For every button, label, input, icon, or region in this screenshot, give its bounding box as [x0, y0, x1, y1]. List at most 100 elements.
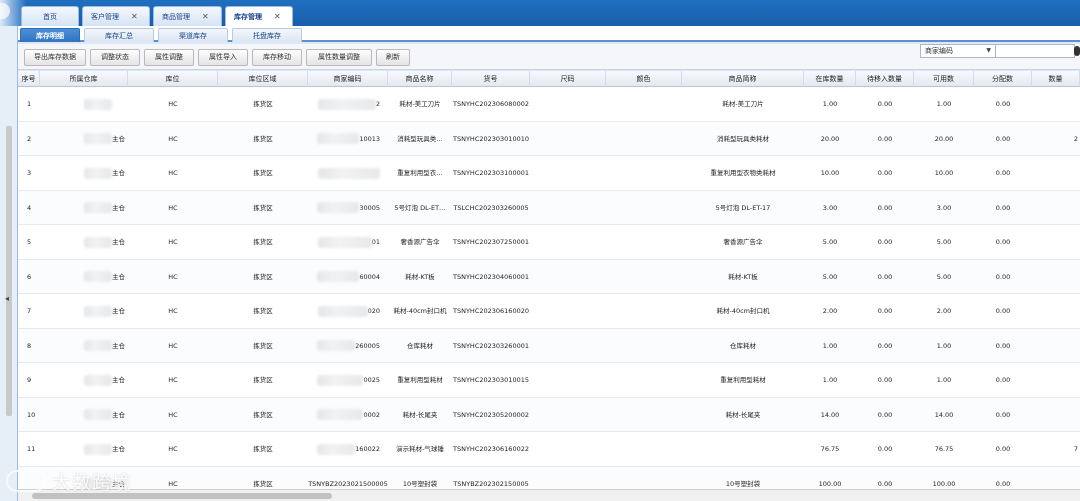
cell-pending: 0.00 [877, 203, 893, 212]
attribute-import-button[interactable]: 属性导入 [198, 49, 248, 66]
table-row[interactable]: 3 主仓 HC 拣货区 重复利用型衣… TSNYHC202303100001 重复利用型衣物… [18, 156, 1080, 191]
cell-color [606, 87, 682, 122]
col-header[interactable]: 序号 [18, 71, 40, 87]
subtab-channel-stock[interactable]: 渠道库存 [158, 28, 228, 42]
adjust-status-button[interactable]: 调整状态 [90, 49, 140, 66]
attribute-adjust-button[interactable]: 属性调整 [144, 49, 194, 66]
tab-inventory-management[interactable]: 库存管理 ✕ [225, 6, 293, 26]
cell-size [530, 294, 606, 329]
cell-code: 260005 [308, 329, 388, 364]
col-header[interactable]: 分配数 [974, 71, 1032, 87]
button-label: 导出库存数据 [34, 53, 76, 61]
warehouse-name: 主仓 [112, 307, 125, 315]
stock-move-button[interactable]: 库存移动 [252, 49, 302, 66]
cell-avail: 3.00 [936, 203, 952, 212]
merchant-code: 0025 [363, 376, 380, 384]
cell-short: 耗材-40cm封口机 [716, 307, 770, 315]
expand-arrow-icon[interactable]: ◂ [5, 294, 9, 303]
export-stock-button[interactable]: 导出库存数据 [24, 49, 86, 66]
table-row[interactable]: 6 主仓 HC 拣货区 60004 耗材-KT板 TSNYHC202304060001 耗材-… [18, 259, 1080, 295]
cell-loc: HC [168, 341, 178, 350]
table-row[interactable]: 2 主仓 HC 拣货区 10013 消耗型玩具类… TSNYHC202303010010 消耗… [18, 121, 1080, 156]
search-field-select[interactable]: 商家编码 ▼ [920, 44, 996, 58]
cell-name: 消耗型玩具类… [397, 134, 443, 143]
col-header[interactable]: 库位区域 [218, 71, 308, 87]
col-header[interactable]: 尺码 [530, 71, 606, 87]
watermark-logo-icon [6, 470, 46, 492]
cell-warehouse: 主仓 [40, 294, 128, 329]
table-row[interactable]: 1 HC 拣货区 2 耗材-美工刀片 TSNYHC202306080002 耗材-美工刀片 1… [18, 87, 1080, 122]
table-row[interactable]: 11 主仓 HC 拣货区 160022 演示耗材-气球锤 TSNYHC20230616002… [18, 432, 1080, 467]
cell-warehouse: 主仓 [40, 432, 128, 467]
tab-product-management[interactable]: 商品管理 ✕ [153, 6, 222, 26]
cell-color [606, 432, 682, 467]
cell-name: 5号灯泡 DL-ET… [394, 203, 446, 212]
col-header[interactable]: 商品简称 [682, 71, 804, 87]
button-label: 调整状态 [101, 53, 129, 61]
cell-avail: 5.00 [936, 272, 952, 281]
cell-loc: HC [168, 272, 178, 281]
cell-size [530, 363, 606, 398]
col-header[interactable]: 数量 [1032, 71, 1080, 87]
redacted-text [317, 443, 356, 455]
attribute-qty-adjust-button[interactable]: 属性数量调整 [306, 49, 372, 66]
col-header[interactable]: 可用数 [914, 71, 974, 87]
col-header[interactable]: 所属仓库 [40, 71, 128, 87]
cell-size [530, 260, 606, 295]
cell-sku: TSNYHC202305200002 [453, 410, 529, 419]
table-row[interactable]: 10 主仓 HC 拣货区 0002 耗材-长尾夹 TSNYHC202305200002 耗材-… [18, 397, 1080, 432]
col-header[interactable]: 商家编码 [308, 71, 388, 87]
subtab-stock-summary[interactable]: 库存汇总 [84, 28, 154, 42]
cell-area: 拣货区 [253, 100, 273, 108]
cell-loc: HC [168, 134, 178, 143]
col-header[interactable]: 颜色 [606, 71, 682, 87]
left-scrollbar[interactable] [6, 126, 12, 416]
close-icon[interactable]: ✕ [131, 12, 138, 21]
refresh-button[interactable]: 刷新 [376, 49, 410, 66]
watermark: 大数跨境 [6, 466, 132, 496]
table-row[interactable]: 7 主仓 HC 拣货区 020 耗材-40cm封口机 TSNYHC202306160020 耗… [18, 294, 1080, 329]
cell-size [530, 191, 606, 226]
cell-loc: HC [168, 307, 178, 315]
subtab-label: 库存汇总 [105, 32, 133, 40]
col-header[interactable]: 在库数量 [804, 71, 856, 87]
cell-alloc: 0.00 [995, 341, 1011, 350]
col-header[interactable]: 货号 [452, 71, 530, 87]
search-icon[interactable] [1074, 46, 1080, 56]
col-header[interactable]: 库位 [128, 71, 218, 87]
redacted-text [317, 236, 372, 248]
table-row[interactable]: 5 主仓 HC 拣货区 01 奢香源广告伞 TSNYHC202307250001 奢香源广告伞… [18, 225, 1080, 260]
cell-sku: TSNYHC202306160022 [453, 445, 529, 453]
cell-area: 拣货区 [253, 376, 273, 384]
table-row[interactable]: 主仓 HC 拣货区 TSNYBZ2023021500005 10号塑封袋 TSNYBZ20… [18, 466, 1080, 490]
merchant-code: 2 [375, 100, 380, 108]
col-header[interactable]: 待移入数量 [856, 71, 914, 87]
redacted-text [317, 305, 368, 317]
col-header[interactable]: 商品名称 [388, 71, 452, 87]
table-row[interactable]: 4 主仓 HC 拣货区 30005 5号灯泡 DL-ET… TSLCHC2023032600… [18, 190, 1080, 226]
horizontal-scrollbar[interactable] [18, 489, 1080, 501]
cell-alloc: 0.00 [995, 307, 1011, 315]
table-row[interactable]: 8 主仓 HC 拣货区 260005 仓库耗材 TSNYHC202303260001 仓库耗材… [18, 328, 1080, 364]
cell-warehouse: 主仓 [40, 363, 128, 398]
tab-home[interactable]: 首页 [21, 6, 79, 26]
cell-color [606, 467, 682, 490]
merchant-code: 01 [371, 238, 380, 246]
warehouse-name: 主仓 [112, 203, 125, 212]
cell-name: 演示耗材-气球锤 [396, 445, 444, 453]
inventory-grid: 序号 所属仓库 库位 库位区域 商家编码 商品名称 货号 尺码 颜色 商品简称 … [18, 71, 1080, 489]
cell-pending: 0.00 [877, 307, 893, 315]
search-input[interactable] [995, 44, 1075, 58]
cell-sku: TSNYHC202306080002 [453, 100, 529, 108]
table-row[interactable]: 9 主仓 HC 拣货区 0025 重复利用型耗材 TSNYHC202303010015 重复利… [18, 363, 1080, 398]
cell-alloc: 0.00 [995, 376, 1011, 384]
close-icon[interactable]: ✕ [202, 12, 209, 21]
cell-no: 9 [27, 376, 32, 384]
close-icon[interactable]: ✕ [274, 12, 281, 21]
cell-no: 5 [27, 238, 32, 246]
subtab-pallet-stock[interactable]: 托盘库存 [232, 28, 302, 42]
subtab-stock-detail[interactable]: 库存明细 [20, 28, 80, 42]
cell-num: 7 [1073, 445, 1078, 453]
cell-num [1032, 260, 1080, 295]
tab-customer-management[interactable]: 客户管理 ✕ [82, 6, 150, 26]
